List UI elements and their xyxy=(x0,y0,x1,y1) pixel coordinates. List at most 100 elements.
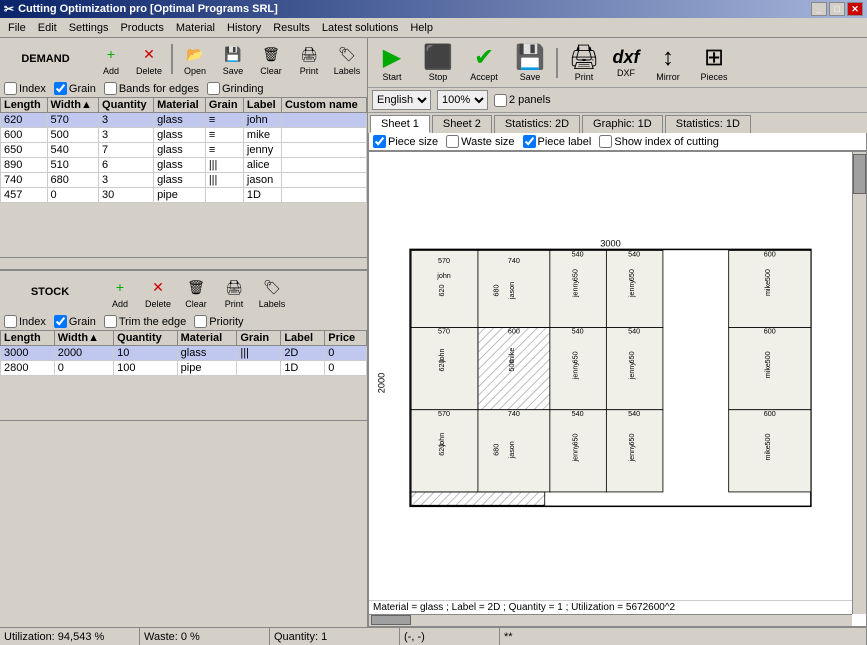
maximize-button[interactable]: □ xyxy=(829,2,845,16)
demand-delete-button[interactable]: ✕ Delete xyxy=(131,40,167,78)
tab-graphic-1d[interactable]: Graphic: 1D xyxy=(582,115,663,133)
col-material[interactable]: Material xyxy=(154,98,206,113)
stock-col-width[interactable]: Width▲ xyxy=(54,331,113,346)
demand-grinding-check[interactable]: Grinding xyxy=(207,82,264,95)
demand-labels-button[interactable]: 🏷 Labels xyxy=(329,40,365,78)
stock-cell-label: 2D xyxy=(281,346,325,361)
demand-index-check[interactable]: Index xyxy=(4,82,46,95)
stock-col-price[interactable]: Price xyxy=(325,331,367,346)
language-select[interactable]: English xyxy=(372,90,431,110)
col-length[interactable]: Length xyxy=(1,98,48,113)
vertical-scrollbar[interactable] xyxy=(852,152,866,614)
zoom-select[interactable]: 100% xyxy=(437,90,488,110)
stock-row[interactable]: 28000100pipe1D0 xyxy=(1,361,367,376)
menu-help[interactable]: Help xyxy=(404,20,439,36)
stock-index-checkbox[interactable] xyxy=(4,315,17,328)
two-panels-checkbox[interactable] xyxy=(494,94,507,107)
grinding-checkbox[interactable] xyxy=(207,82,220,95)
index-checkbox[interactable] xyxy=(4,82,17,95)
grain-checkbox[interactable] xyxy=(54,82,67,95)
menu-results[interactable]: Results xyxy=(267,20,316,36)
menu-settings[interactable]: Settings xyxy=(63,20,115,36)
stock-hscroll[interactable] xyxy=(0,420,367,432)
menu-history[interactable]: History xyxy=(221,20,267,36)
tab-stats-2d[interactable]: Statistics: 2D xyxy=(494,115,580,133)
window-controls[interactable]: _ □ ✕ xyxy=(811,2,863,16)
col-width[interactable]: Width▲ xyxy=(47,98,99,113)
demand-open-button[interactable]: 📂 Open xyxy=(177,40,213,78)
stock-priority-check[interactable]: Priority xyxy=(194,315,243,328)
mirror-icon: ↕ xyxy=(662,44,674,72)
start-button[interactable]: ▶ Start xyxy=(370,40,414,85)
stock-col-label[interactable]: Label xyxy=(281,331,325,346)
waste-size-check[interactable]: Waste size xyxy=(446,135,514,148)
print-button[interactable]: 🖨 Print xyxy=(562,40,606,85)
demand-grain-check[interactable]: Grain xyxy=(54,82,96,95)
stock-delete-button[interactable]: ✕ Delete xyxy=(140,273,176,311)
stock-col-material[interactable]: Material xyxy=(177,331,237,346)
stock-grain-check[interactable]: Grain xyxy=(54,315,96,328)
minimize-button[interactable]: _ xyxy=(811,2,827,16)
dxf-button[interactable]: dxf DXF xyxy=(608,44,644,81)
piece-size-check[interactable]: Piece size xyxy=(373,135,438,148)
stock-add-button[interactable]: + Add xyxy=(102,273,138,311)
accept-button[interactable]: ✔ Accept xyxy=(462,40,506,85)
demand-save-button[interactable]: 💾 Save xyxy=(215,40,251,78)
tab-sheet2[interactable]: Sheet 2 xyxy=(432,115,492,133)
col-quantity[interactable]: Quantity xyxy=(99,98,154,113)
mirror-button[interactable]: ↕ Mirror xyxy=(646,41,690,85)
tab-sheet1[interactable]: Sheet 1 xyxy=(370,115,430,133)
demand-print-button[interactable]: 🖨 Print xyxy=(291,40,327,78)
stock-priority-checkbox[interactable] xyxy=(194,315,207,328)
stock-labels-button[interactable]: 🏷 Labels xyxy=(254,273,290,311)
menu-file[interactable]: File xyxy=(2,20,32,36)
stock-col-quantity[interactable]: Quantity xyxy=(114,331,177,346)
col-label[interactable]: Label xyxy=(243,98,281,113)
vscroll-thumb[interactable] xyxy=(853,154,866,194)
horizontal-scrollbar[interactable] xyxy=(369,614,852,626)
stock-print-button[interactable]: 🖨 Print xyxy=(216,273,252,311)
show-index-check[interactable]: Show index of cutting xyxy=(599,135,719,148)
stop-button[interactable]: ⬛ Stop xyxy=(416,40,460,85)
display-options: Piece size Waste size Piece label Show i… xyxy=(368,133,867,151)
tab-stats-1d[interactable]: Statistics: 1D xyxy=(665,115,751,133)
demand-cell-quantity: 3 xyxy=(99,113,154,128)
stock-index-check[interactable]: Index xyxy=(4,315,46,328)
pieces-button[interactable]: ⊞ Pieces xyxy=(692,40,736,85)
bands-checkbox[interactable] xyxy=(104,82,117,95)
piece-label-check[interactable]: Piece label xyxy=(523,135,592,148)
hscroll-thumb[interactable] xyxy=(371,615,411,625)
demand-row[interactable]: 7406803glass|||jason xyxy=(1,173,367,188)
demand-bands-check[interactable]: Bands for edges xyxy=(104,82,199,95)
two-panels-check[interactable]: 2 panels xyxy=(494,94,551,107)
col-grain[interactable]: Grain xyxy=(205,98,243,113)
demand-row[interactable]: 8905106glass|||alice xyxy=(1,158,367,173)
piece-label-checkbox[interactable] xyxy=(523,135,536,148)
close-button[interactable]: ✕ xyxy=(847,2,863,16)
menu-latest-solutions[interactable]: Latest solutions xyxy=(316,20,404,36)
accept-icon: ✔ xyxy=(474,43,494,72)
show-index-checkbox[interactable] xyxy=(599,135,612,148)
piece-size-checkbox[interactable] xyxy=(373,135,386,148)
demand-clear-button[interactable]: 🗑 Clear xyxy=(253,40,289,78)
stock-row[interactable]: 3000200010glass|||2D0 xyxy=(1,346,367,361)
labels-icon: 🏷 xyxy=(335,42,359,66)
stock-clear-button[interactable]: 🗑 Clear xyxy=(178,273,214,311)
waste-size-checkbox[interactable] xyxy=(446,135,459,148)
save-button[interactable]: 💾 Save xyxy=(508,40,552,85)
demand-hscroll[interactable] xyxy=(0,257,367,269)
col-custom[interactable]: Custom name xyxy=(281,98,366,113)
stock-trim-checkbox[interactable] xyxy=(104,315,117,328)
menu-edit[interactable]: Edit xyxy=(32,20,63,36)
demand-row[interactable]: 457030pipe1D xyxy=(1,188,367,203)
menu-products[interactable]: Products xyxy=(114,20,169,36)
stock-col-length[interactable]: Length xyxy=(1,331,55,346)
menu-material[interactable]: Material xyxy=(170,20,221,36)
demand-row[interactable]: 6505407glass≡jenny xyxy=(1,143,367,158)
stock-col-grain[interactable]: Grain xyxy=(237,331,281,346)
demand-row[interactable]: 6005003glass≡mike xyxy=(1,128,367,143)
stock-grain-checkbox[interactable] xyxy=(54,315,67,328)
stock-trim-check[interactable]: Trim the edge xyxy=(104,315,186,328)
demand-add-button[interactable]: + Add xyxy=(93,40,129,78)
demand-row[interactable]: 6205703glass≡john xyxy=(1,113,367,128)
